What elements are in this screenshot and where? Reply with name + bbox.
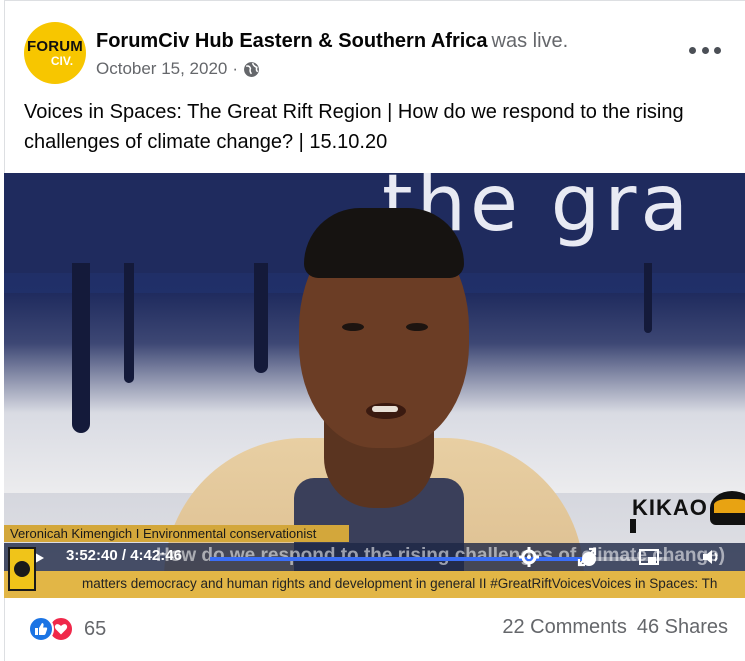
live-status-text: was live.	[491, 30, 569, 52]
post-footer: 65 22 Comments 46 Shares	[28, 614, 728, 644]
more-dot	[714, 46, 721, 54]
more-dot	[701, 46, 709, 54]
paint-drip	[124, 263, 134, 383]
video-controls-bar: How do we respond to the rising challeng…	[4, 543, 745, 571]
news-ticker: matters democracy and human rights and d…	[4, 571, 745, 598]
volume-icon[interactable]	[700, 547, 722, 567]
page-name-link[interactable]: ForumCiv Hub Eastern & Southern Africa	[96, 30, 488, 52]
speaker-caption: Veronicah Kimengich I Environmental cons…	[4, 525, 349, 542]
kikao-text: KIKAO	[632, 495, 708, 520]
reactions-summary[interactable]: 65	[28, 616, 106, 642]
picture-in-picture-icon[interactable]	[638, 547, 660, 567]
more-dot	[689, 46, 696, 54]
video-player[interactable]: the gra KIKAO Veronicah Kimengich I Envi…	[4, 173, 745, 598]
more-options-icon[interactable]	[689, 40, 721, 60]
globe-icon[interactable]	[243, 61, 260, 78]
speaker-hair	[304, 208, 464, 278]
channel-logo-dot	[14, 561, 30, 577]
thumbs-up-icon	[35, 623, 48, 635]
post-title-line: ForumCiv Hub Eastern & Southern Africa wa…	[96, 28, 568, 54]
kikao-logo-icon	[709, 491, 745, 525]
like-reaction-icon	[28, 616, 54, 642]
speaker-eye	[342, 323, 364, 331]
speaker-eye	[406, 323, 428, 331]
post-meta: October 15, 2020 ·	[96, 58, 568, 80]
heart-icon	[54, 624, 68, 635]
paint-drip	[72, 263, 90, 433]
comments-link[interactable]: 22 Comments	[502, 616, 627, 639]
page-avatar[interactable]: FORUM CIV.	[24, 22, 86, 84]
engagement-counts: 22 Comments 46 Shares	[502, 616, 728, 639]
settings-icon[interactable]	[518, 547, 540, 567]
ticker-text: matters democracy and human rights and d…	[82, 576, 718, 591]
reaction-count: 65	[84, 617, 107, 640]
time-readout: 3:52:40 / 4:42:46	[66, 547, 182, 564]
kikao-mark	[630, 519, 636, 533]
post-date-link[interactable]: October 15, 2020	[96, 58, 227, 80]
channel-logo-icon	[8, 547, 36, 591]
meta-separator: ·	[232, 59, 239, 78]
logo-text-forum: FORUM	[27, 38, 83, 55]
fullscreen-icon[interactable]	[576, 547, 598, 567]
kikao-watermark: KIKAO	[632, 491, 745, 525]
shares-link[interactable]: 46 Shares	[637, 616, 728, 639]
logo-text-civ: CIV.	[50, 54, 74, 68]
paint-drip	[644, 263, 652, 333]
speaker-teeth	[372, 406, 398, 412]
post-header: ForumCiv Hub Eastern & Southern Africa wa…	[96, 28, 568, 80]
post-text: Voices in Spaces: The Great Rift Region …	[24, 101, 684, 153]
